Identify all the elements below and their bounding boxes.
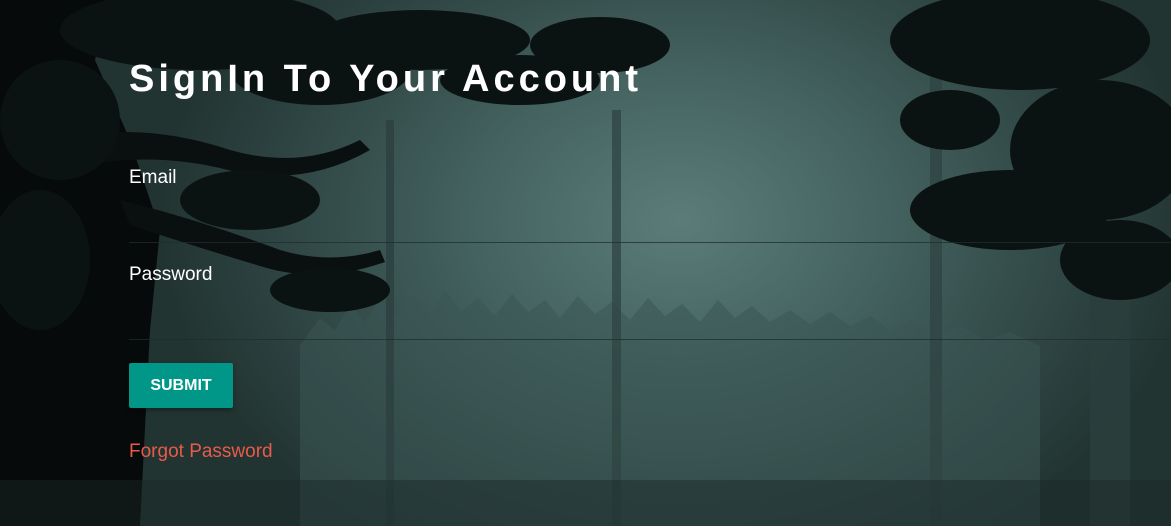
email-label: Email bbox=[129, 167, 177, 188]
password-label: Password bbox=[129, 264, 213, 285]
email-input[interactable] bbox=[129, 212, 1171, 243]
password-input[interactable] bbox=[129, 309, 1171, 340]
submit-button[interactable]: SUBMIT bbox=[129, 363, 233, 408]
forgot-password-link[interactable]: Forgot Password bbox=[129, 441, 273, 463]
login-page: SignIn To Your Account Email Password SU… bbox=[0, 0, 1171, 526]
page-title: SignIn To Your Account bbox=[129, 58, 643, 100]
